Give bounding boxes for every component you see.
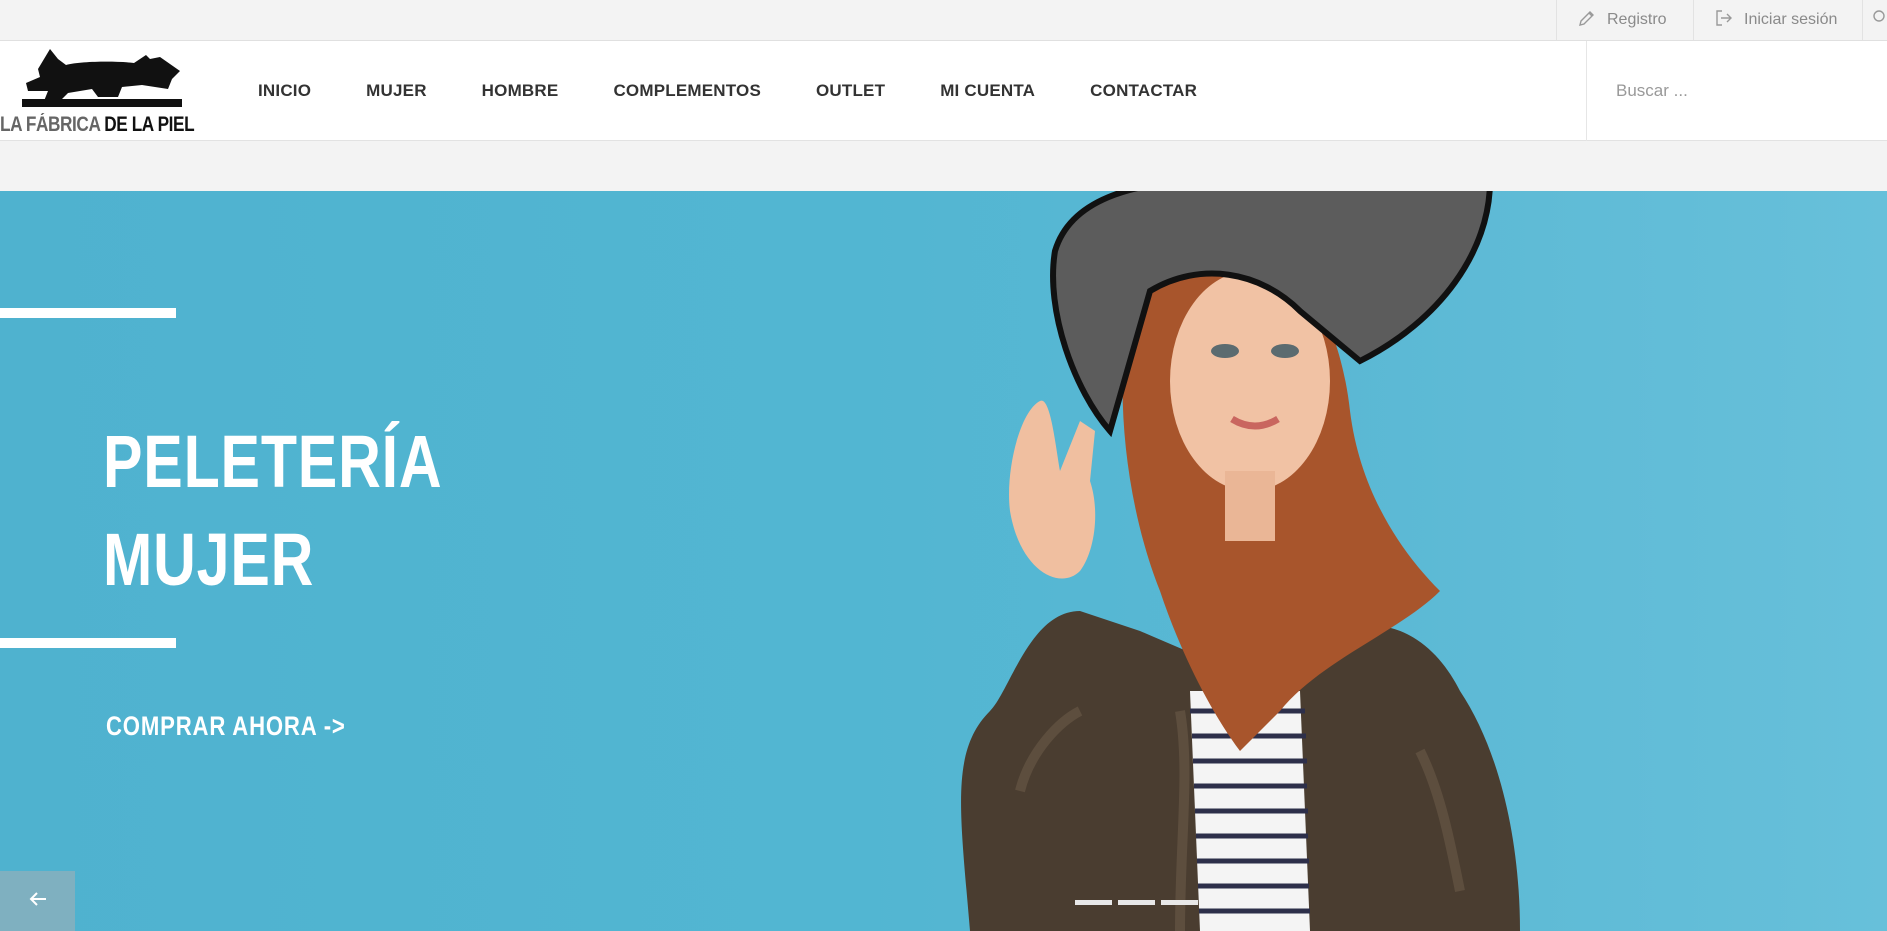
- search-box: [1586, 41, 1887, 141]
- sign-in-icon: [1714, 8, 1734, 33]
- arrow-left-icon: [26, 887, 50, 916]
- pencil-icon: [1577, 8, 1597, 33]
- register-link[interactable]: Registro: [1556, 0, 1695, 40]
- nav-item-inicio[interactable]: INICIO: [258, 81, 311, 101]
- main-nav: INICIO MUJER HOMBRE COMPLEMENTOS OUTLET …: [240, 41, 1252, 141]
- search-icon: [1871, 8, 1887, 33]
- slider-prev-button[interactable]: [0, 871, 75, 931]
- search-input[interactable]: [1614, 80, 1858, 102]
- logo-text: LA FÁBRICA DE LA PIEL: [0, 113, 195, 136]
- nav-item-complementos[interactable]: COMPLEMENTOS: [613, 81, 761, 101]
- site-logo[interactable]: LA FÁBRICA DE LA PIEL: [0, 47, 195, 137]
- fox-logo-icon: [22, 49, 182, 107]
- top-utility-bar: Registro Iniciar sesión: [0, 0, 1887, 41]
- register-label: Registro: [1607, 11, 1667, 28]
- slider-pagination: [1075, 900, 1198, 905]
- nav-item-contactar[interactable]: CONTACTAR: [1090, 81, 1197, 101]
- search-toggle[interactable]: [1862, 0, 1887, 40]
- slider-dot[interactable]: [1075, 900, 1112, 905]
- headline-bottom-bar: [0, 638, 176, 648]
- hero-headline: PELETERÍA MUJER: [103, 420, 443, 601]
- hero-slider: PELETERÍA MUJER COMPRAR AHORA ->: [0, 191, 1887, 931]
- slider-dot[interactable]: [1118, 900, 1155, 905]
- nav-item-hombre[interactable]: HOMBRE: [482, 81, 559, 101]
- nav-item-mi-cuenta[interactable]: MI CUENTA: [940, 81, 1035, 101]
- headline-top-bar: [0, 308, 176, 318]
- login-label: Iniciar sesión: [1744, 11, 1838, 28]
- main-header: LA FÁBRICA DE LA PIEL INICIO MUJER HOMBR…: [0, 41, 1887, 141]
- slider-dot[interactable]: [1161, 900, 1198, 905]
- hero-model-image: [961, 191, 1520, 931]
- login-link[interactable]: Iniciar sesión: [1693, 0, 1865, 40]
- nav-item-mujer[interactable]: MUJER: [366, 81, 427, 101]
- nav-item-outlet[interactable]: OUTLET: [816, 81, 885, 101]
- shop-now-link[interactable]: COMPRAR AHORA ->: [106, 711, 346, 742]
